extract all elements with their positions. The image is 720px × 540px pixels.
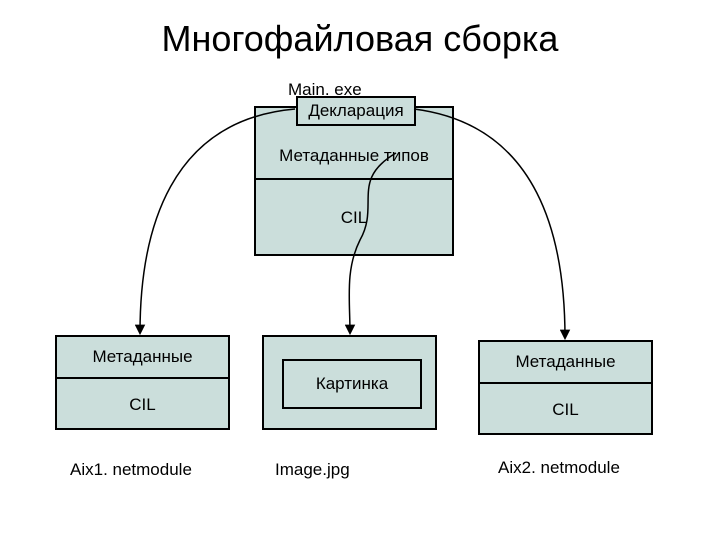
aix2-divider [480, 382, 651, 384]
slide-title: Многофайловая сборка [0, 18, 720, 60]
main-metadata-label: Метаданные типов [256, 146, 452, 166]
aix2-caption: Aix2. netmodule [498, 458, 620, 478]
declaration-box: Декларация [296, 96, 416, 126]
aix2-box: Метаданные CIL [478, 340, 653, 435]
aix2-cil-label: CIL [480, 400, 651, 420]
aix1-divider [57, 377, 228, 379]
aix1-cil-label: CIL [57, 395, 228, 415]
image-caption: Image.jpg [275, 460, 350, 480]
aix2-metadata-label: Метаданные [480, 352, 651, 372]
main-divider [256, 178, 452, 180]
aix1-caption: Aix1. netmodule [70, 460, 192, 480]
image-box: Картинка [262, 335, 437, 430]
main-caption: Main. exe [288, 80, 362, 100]
main-cil-label: CIL [256, 208, 452, 228]
main-exe-box: Декларация Метаданные типов CIL [254, 106, 454, 256]
diagram-stage: Многофайловая сборка Декларация Метаданн… [0, 0, 720, 540]
picture-box: Картинка [282, 359, 422, 409]
aix1-metadata-label: Метаданные [57, 347, 228, 367]
aix1-box: Метаданные CIL [55, 335, 230, 430]
